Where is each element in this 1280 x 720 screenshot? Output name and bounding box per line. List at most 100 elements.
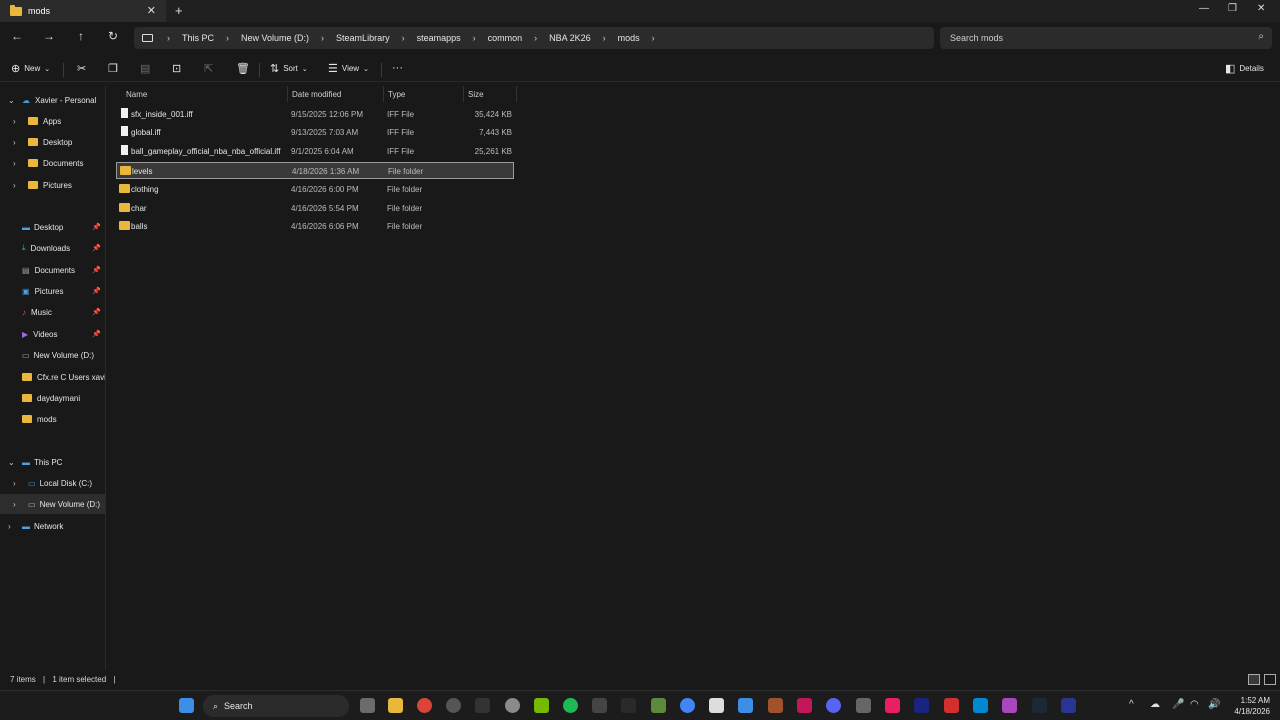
more-options-button[interactable]: ··· xyxy=(392,62,407,74)
app-icon[interactable] xyxy=(1061,698,1076,713)
taskbar-search[interactable]: ⌕ Search xyxy=(203,695,349,717)
sidebar-item-this-pc[interactable]: ⌄ ▬ This PC xyxy=(0,452,105,472)
forward-button[interactable]: → xyxy=(40,29,58,43)
winrar-icon[interactable] xyxy=(768,698,783,713)
app-icon[interactable] xyxy=(914,698,929,713)
chrome-icon[interactable] xyxy=(680,698,695,713)
back-button[interactable]: ← xyxy=(8,29,26,43)
start-icon[interactable] xyxy=(179,698,194,713)
app-icon[interactable] xyxy=(944,698,959,713)
paste-button[interactable]: ▤ xyxy=(140,62,154,75)
details-button[interactable]: ◧ Details xyxy=(1225,62,1264,75)
app-icon[interactable] xyxy=(709,698,724,713)
volume-icon[interactable]: 🔊 xyxy=(1208,699,1220,710)
file-date: 4/16/2026 5:54 PM xyxy=(291,204,359,213)
delete-button[interactable]: 🗑 xyxy=(236,62,254,75)
sidebar-item-desktop[interactable]: ▬ Desktop 📌 xyxy=(0,217,105,237)
refresh-button[interactable]: ↻ xyxy=(104,29,122,43)
clock[interactable]: 1:52 AM 4/18/2026 xyxy=(1226,695,1270,717)
sidebar-item-cfx[interactable]: Cfx.re C Users xavi xyxy=(0,367,105,387)
close-tab-icon[interactable]: ✕ xyxy=(147,4,156,17)
sidebar-item-documents-od[interactable]: › Documents xyxy=(0,153,105,173)
app-icon[interactable] xyxy=(973,698,988,713)
table-row[interactable]: global.iff 9/13/2025 7:03 AM IFF File 7,… xyxy=(116,124,514,141)
search-input[interactable]: Search mods ⌕ xyxy=(940,27,1272,49)
sidebar-item-network[interactable]: › ▬ Network xyxy=(0,516,105,536)
file-name: char xyxy=(131,204,147,213)
column-header-name[interactable]: Name xyxy=(122,86,288,102)
sidebar-item-local-disk[interactable]: › ▭ Local Disk (C:) xyxy=(0,473,105,493)
minimize-button[interactable]: — xyxy=(1199,3,1209,14)
new-tab-button[interactable]: + xyxy=(175,3,183,18)
app-icon[interactable] xyxy=(856,698,871,713)
scissors-icon: ✂ xyxy=(77,63,87,75)
breadcrumb-steamlibrary[interactable]: SteamLibrary xyxy=(336,33,390,43)
close-window-button[interactable]: ✕ xyxy=(1257,3,1265,14)
details-view-toggle[interactable] xyxy=(1248,674,1260,685)
sidebar-item-music[interactable]: ♪ Music 📌 xyxy=(0,302,105,322)
maximize-button[interactable]: ❐ xyxy=(1228,3,1237,14)
cut-button[interactable]: ✂ xyxy=(77,62,90,75)
sidebar-item-new-volume[interactable]: ▭ New Volume (D:) xyxy=(0,345,105,365)
task-view-icon[interactable] xyxy=(360,698,375,713)
app-icon[interactable] xyxy=(797,698,812,713)
sidebar-item-downloads[interactable]: ⤓ Downloads 📌 xyxy=(0,238,105,258)
onedrive-icon[interactable]: ☁ xyxy=(1150,699,1160,710)
sidebar-item-daydaymani[interactable]: daydaymani xyxy=(0,388,105,408)
column-header-type[interactable]: Type xyxy=(384,86,464,102)
epic-games-icon[interactable] xyxy=(592,698,607,713)
sidebar-item-onedrive[interactable]: ⌄ ☁ Xavier - Personal xyxy=(0,90,105,110)
settings-icon[interactable] xyxy=(505,698,520,713)
breadcrumb-steamapps[interactable]: steamapps xyxy=(417,33,461,43)
column-header-date[interactable]: Date modified xyxy=(288,86,384,102)
view-button[interactable]: ☰ View ⌄ xyxy=(328,62,369,75)
share-button[interactable]: ⇱ xyxy=(204,62,217,75)
spotify-icon[interactable] xyxy=(563,698,578,713)
column-header-size[interactable]: Size xyxy=(464,86,517,102)
table-row[interactable]: clothing 4/16/2026 6:00 PM File folder xyxy=(116,181,514,198)
up-button[interactable]: ↑ xyxy=(72,29,90,43)
sort-button[interactable]: ⇅ Sort ⌄ xyxy=(270,62,308,75)
sidebar-item-mods[interactable]: mods xyxy=(0,409,105,429)
app-icon[interactable] xyxy=(446,698,461,713)
app-icon[interactable] xyxy=(475,698,490,713)
chrome-icon[interactable] xyxy=(417,698,432,713)
table-row-selected[interactable]: levels 4/18/2026 1:36 AM File folder xyxy=(116,162,514,179)
app-icon[interactable] xyxy=(738,698,753,713)
nvidia-icon[interactable] xyxy=(534,698,549,713)
breadcrumb-mods[interactable]: mods xyxy=(618,33,640,43)
breadcrumb-nba2k26[interactable]: NBA 2K26 xyxy=(549,33,591,43)
app-icon[interactable] xyxy=(621,698,636,713)
address-bar[interactable]: › This PC › New Volume (D:) › SteamLibra… xyxy=(134,27,934,49)
minecraft-icon[interactable] xyxy=(651,698,666,713)
tiles-view-toggle[interactable] xyxy=(1264,674,1276,685)
copy-button[interactable]: ❐ xyxy=(108,62,122,75)
file-explorer-icon[interactable] xyxy=(388,698,403,713)
sidebar-item-documents[interactable]: ▤ Documents 📌 xyxy=(0,260,105,280)
microphone-icon[interactable]: 🎤 xyxy=(1172,699,1184,710)
table-row[interactable]: ball_gameplay_official_nba_nba_official.… xyxy=(116,143,514,160)
sidebar-item-desktop-od[interactable]: › Desktop xyxy=(0,132,105,152)
new-button[interactable]: ⊕ New ⌄ xyxy=(11,62,50,75)
file-name: ball_gameplay_official_nba_nba_official.… xyxy=(131,147,281,156)
sidebar-item-new-volume-d[interactable]: › ▭ New Volume (D:) xyxy=(0,494,105,514)
breadcrumb-this-pc[interactable]: This PC xyxy=(182,33,214,43)
file-date: 9/15/2025 12:06 PM xyxy=(291,110,364,119)
sidebar-item-videos[interactable]: ▶ Videos 📌 xyxy=(0,324,105,344)
sidebar-item-pictures[interactable]: ▣ Pictures 📌 xyxy=(0,281,105,301)
rename-button[interactable]: ⊡ xyxy=(172,62,185,75)
chevron-up-icon[interactable]: ^ xyxy=(1129,699,1134,710)
steam-icon[interactable] xyxy=(1032,698,1047,713)
table-row[interactable]: sfx_inside_001.iff 9/15/2025 12:06 PM IF… xyxy=(116,106,514,123)
tab-mods[interactable]: mods ✕ xyxy=(0,0,166,22)
wifi-icon[interactable]: ◠ xyxy=(1190,699,1199,710)
table-row[interactable]: balls 4/16/2026 6:06 PM File folder xyxy=(116,218,514,235)
discord-icon[interactable] xyxy=(826,698,841,713)
sidebar-item-apps[interactable]: › Apps xyxy=(0,111,105,131)
breadcrumb-new-volume[interactable]: New Volume (D:) xyxy=(241,33,309,43)
app-icon[interactable] xyxy=(1002,698,1017,713)
sidebar-item-pictures-od[interactable]: › Pictures xyxy=(0,175,105,195)
breadcrumb-common[interactable]: common xyxy=(488,33,523,43)
table-row[interactable]: char 4/16/2026 5:54 PM File folder xyxy=(116,200,514,217)
app-icon[interactable] xyxy=(885,698,900,713)
